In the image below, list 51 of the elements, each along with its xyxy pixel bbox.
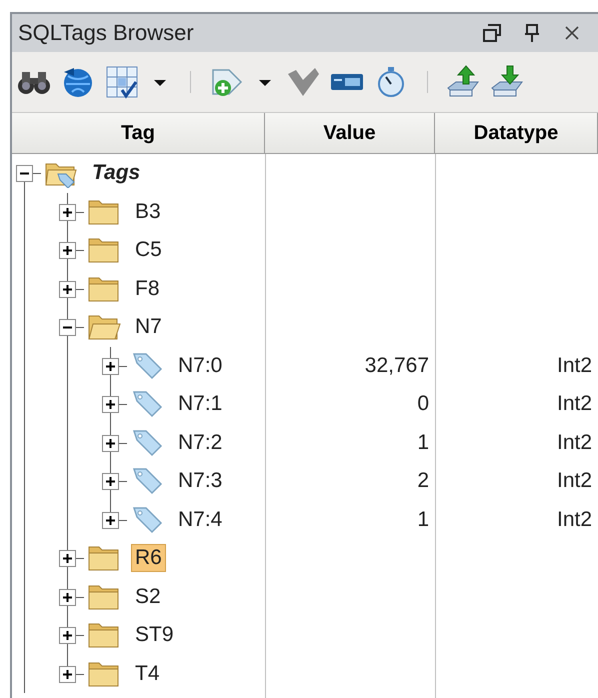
tree-item[interactable]: N7:2 (174, 428, 226, 457)
collapse-icon[interactable] (16, 165, 33, 182)
tree-item[interactable]: S2 (131, 582, 165, 611)
value-cell-text: 32,767 (364, 354, 430, 378)
tag-icon (130, 389, 164, 420)
expand-icon[interactable] (59, 588, 76, 606)
tree-item[interactable]: N7:0 (174, 352, 226, 380)
expand-icon[interactable] (59, 242, 76, 260)
datatype-cell-text: Int2 (556, 508, 594, 532)
column-header[interactable]: Tag (12, 113, 265, 153)
expand-icon[interactable] (59, 627, 76, 644)
expand-icon[interactable] (59, 204, 76, 221)
close-icon[interactable] (564, 25, 580, 41)
expand-icon[interactable] (102, 396, 119, 414)
tag-icon (130, 350, 164, 381)
tree-item[interactable]: N7:4 (174, 506, 226, 534)
restore-icon[interactable] (482, 24, 502, 42)
expand-icon[interactable] (59, 280, 76, 298)
tree-item[interactable]: C5 (131, 236, 166, 264)
tag-icon (130, 504, 164, 535)
expand-icon[interactable] (102, 473, 119, 490)
grid-check-icon[interactable] (104, 64, 140, 100)
expand-icon[interactable] (102, 512, 119, 529)
window-title: SQLTags Browser (18, 20, 195, 46)
tree-item[interactable]: Tags (88, 159, 144, 188)
expand-icon[interactable] (59, 550, 76, 568)
tree-item[interactable]: ST9 (131, 621, 178, 650)
tree-item[interactable]: T4 (131, 660, 164, 688)
tree-item[interactable]: B3 (131, 198, 165, 226)
tree-item[interactable]: N7 (131, 313, 166, 342)
datatype-cell-text: Int2 (556, 469, 594, 494)
expand-icon[interactable] (102, 358, 119, 375)
value-cell-text: 0 (416, 392, 430, 416)
value-cell-text: 2 (416, 469, 430, 494)
tree-item[interactable]: N7:1 (174, 390, 226, 418)
tree-item[interactable]: F8 (131, 274, 164, 303)
tree-item[interactable]: R6 (131, 544, 166, 572)
datatype-cell-text: Int2 (556, 354, 594, 378)
expand-icon[interactable] (102, 434, 119, 452)
tree-item[interactable]: N7:3 (174, 467, 226, 496)
column-header[interactable]: Datatype (435, 113, 598, 153)
collapse-icon[interactable] (59, 319, 76, 336)
expand-icon[interactable] (59, 666, 76, 683)
column-header[interactable]: Value (265, 113, 435, 153)
datatype-cell-text: Int2 (556, 392, 594, 416)
datatype-cell-text: Int2 (556, 430, 594, 455)
pin-icon[interactable] (524, 23, 540, 43)
tag-icon (130, 466, 164, 496)
tag-icon (130, 428, 164, 458)
value-cell-text: 1 (416, 508, 430, 532)
value-cell-text: 1 (416, 430, 430, 455)
